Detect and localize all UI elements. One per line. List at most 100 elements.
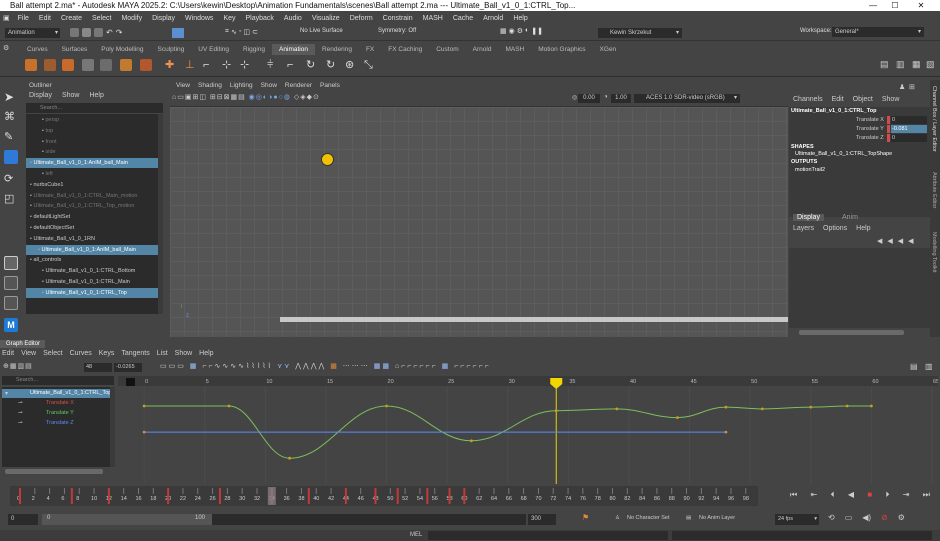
loop-icon[interactable]: ⟲ (828, 513, 835, 525)
pause-icon[interactable]: ❚❚ (531, 27, 543, 38)
infinity-icons[interactable]: ⋯⋯⋯ (343, 363, 370, 370)
mel-label[interactable]: MEL (410, 532, 422, 538)
menu-key[interactable]: Key (218, 15, 240, 22)
aim-constraint-icon[interactable]: ⌐ (287, 59, 299, 71)
maya-home-icon[interactable]: M (4, 318, 18, 332)
menu-playback[interactable]: Playback (241, 15, 279, 22)
render-settings-icon[interactable]: ⚙ (517, 27, 523, 38)
outliner-item[interactable]: ▪ Ultimate_Ball_v1_0_1:AnIM_ball_Main (26, 244, 158, 255)
channel-menu-show[interactable]: Show (882, 96, 900, 103)
outliner-item[interactable]: ▪ defaultObjectSet (26, 223, 158, 233)
joint-tool-icon[interactable]: ✚ (165, 59, 177, 71)
character-set-field[interactable]: No Character Set (627, 515, 670, 521)
graph-menu-select[interactable]: Select (43, 350, 62, 357)
live-surface-field[interactable]: No Live Surface (300, 28, 343, 34)
graph-menu-help[interactable]: Help (199, 350, 213, 357)
bind-skin-icon[interactable]: ⊹ (222, 59, 234, 71)
channel-box-float-icon[interactable]: ⊞ (909, 83, 915, 91)
tab-anim-layers[interactable]: Anim (842, 214, 858, 221)
move-tool-icon[interactable] (4, 150, 18, 164)
graph-track-translate-y[interactable]: Translate Y (46, 410, 74, 416)
graph-menu-list[interactable]: List (157, 350, 168, 357)
layer-menu-layers[interactable]: Layers (793, 225, 814, 232)
tab-fx[interactable]: FX (359, 44, 381, 55)
channel-menu-object[interactable]: Object (853, 96, 873, 103)
magnet-icon[interactable]: ⊂ (252, 28, 258, 38)
graph-menu-edit[interactable]: Edit (2, 350, 14, 357)
tab-modelling-toolkit[interactable]: Modelling Toolkit (931, 232, 937, 273)
layer-menu-help[interactable]: Help (856, 225, 870, 232)
menu-arnold[interactable]: Arnold (478, 15, 508, 22)
dope-sheet-toggle-icon[interactable]: ▤ (910, 362, 918, 371)
tab-uv-editing[interactable]: UV Editing (191, 44, 236, 55)
tab-rigging[interactable]: Rigging (236, 44, 272, 55)
channel-menu-channels[interactable]: Channels (793, 96, 823, 103)
outliner-item[interactable]: ▪ persp (26, 115, 158, 125)
outliner-menu-help[interactable]: Help (89, 92, 103, 99)
tab-channel-box-layer-editor[interactable]: Channel Box / Layer Editor (931, 86, 937, 152)
outliner-item[interactable]: ▪ all_controls (26, 255, 158, 265)
panel-layout-icon[interactable]: ▤ (880, 59, 892, 71)
scale-tool-icon[interactable]: ◰ (4, 192, 18, 206)
range-slider-handle[interactable] (42, 514, 212, 525)
tab-motion-graphics[interactable]: Motion Graphics (531, 44, 592, 55)
collapse-icon[interactable]: ▾ (5, 390, 8, 397)
rotate-tool-icon[interactable]: ⟳ (4, 172, 18, 186)
menu-windows[interactable]: Windows (180, 15, 218, 22)
outliner-item[interactable]: ▪ left (26, 169, 158, 179)
graph-list-hscrollbar[interactable] (5, 469, 103, 474)
viewport-menu-lighting[interactable]: Lighting (226, 82, 257, 89)
new-layer-selected-icon[interactable]: ◀ (908, 237, 913, 245)
tangent-auto-icon[interactable]: ▦ (190, 363, 199, 370)
menu-constrain[interactable]: Constrain (378, 15, 418, 22)
tab-attribute-editor[interactable]: Attribute Editor (931, 172, 937, 208)
select-tool-icon[interactable]: ➤ (4, 90, 18, 104)
normalize-icon[interactable]: ▭▭▭ (160, 363, 186, 370)
outliner-scrollbar[interactable] (158, 114, 163, 314)
viewport-menu-renderer[interactable]: Renderer (281, 82, 316, 89)
tab-curves[interactable]: Curves (20, 44, 55, 55)
graph-list-scrollbar[interactable] (110, 387, 115, 467)
outliner-item[interactable]: ▪ Ultimate_Ball_v1_0_1:CTRL_Main (26, 277, 158, 287)
step-forward-frame-icon[interactable]: ⏵ (885, 490, 889, 502)
point-constraint-icon[interactable]: ⫩ (267, 59, 279, 71)
hypershade-icon[interactable]: ◐ (525, 27, 529, 38)
graph-object-name[interactable]: Ultimate_Ball_v1_0_1:CTRL_Top (30, 390, 111, 396)
set-key-icon[interactable] (44, 59, 56, 71)
graph-menu-show[interactable]: Show (175, 350, 193, 357)
graph-menu-keys[interactable]: Keys (99, 350, 115, 357)
dope-sheet-icon[interactable] (120, 59, 132, 71)
ghost-icon[interactable] (100, 59, 112, 71)
viewport-menu-view[interactable]: View (172, 82, 194, 89)
playblast-icon[interactable] (25, 59, 37, 71)
lasso-tool-icon[interactable]: ⌘ (4, 110, 18, 124)
viewport-menu-show[interactable]: Show (257, 82, 281, 89)
channel-value-field[interactable]: -0.081 (891, 125, 927, 133)
unify-tangents-icon[interactable]: ⋀⋀⋀⋀ (295, 363, 326, 370)
tab-xgen[interactable]: XGen (593, 44, 624, 55)
shading-icon[interactable]: ◉◎◐◑●○◍ (249, 94, 291, 101)
channel-name[interactable]: Translate Z (856, 135, 884, 141)
panel-layout-2-icon[interactable]: ▥ (896, 59, 908, 71)
graph-track-translate-x[interactable]: Translate X (46, 400, 74, 406)
exposure-field[interactable]: 0.00 (578, 94, 600, 103)
paint-select-icon[interactable]: ✎ (4, 130, 18, 144)
minimize-button[interactable]: — (866, 0, 880, 11)
go-to-start-icon[interactable]: ⏮ (790, 490, 797, 502)
move-layer-up-icon[interactable]: ◀ (877, 237, 882, 245)
tab-surfaces[interactable]: Surfaces (55, 44, 95, 55)
symmetry-field[interactable]: Symmetry: Off (378, 28, 416, 34)
user-account-dropdown[interactable]: Kewin Skrzekut ▾ (598, 28, 682, 38)
graph-search-input[interactable]: Search... (2, 376, 114, 385)
command-input[interactable] (428, 531, 668, 540)
menu-display[interactable]: Display (147, 15, 180, 22)
snap-view-icon[interactable]: ◫ (243, 28, 250, 38)
end-time-field[interactable]: 300 (528, 514, 556, 525)
tab-fx-caching[interactable]: FX Caching (381, 44, 429, 55)
viewport-3d-view[interactable]: ↑ z (170, 106, 788, 337)
outliner-menu-show[interactable]: Show (62, 92, 80, 99)
trax-editor-icon[interactable] (140, 59, 152, 71)
frame-field[interactable]: 48 (84, 363, 112, 372)
move-key-icon[interactable]: ⊕▦▥▤ (3, 363, 33, 370)
menuset-dropdown[interactable]: Animation ▾ (5, 28, 60, 38)
